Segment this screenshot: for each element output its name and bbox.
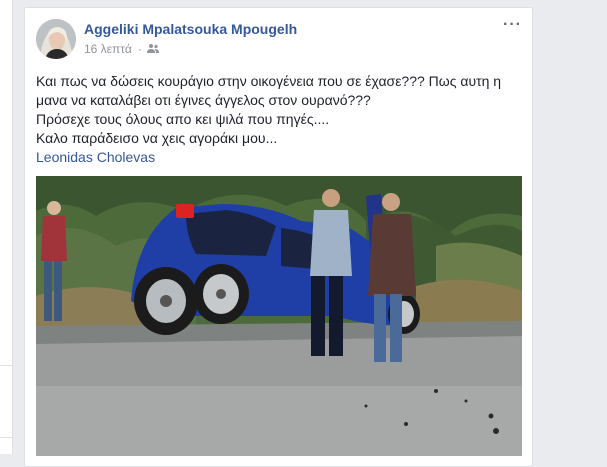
- post-meta: 16 λεπτά ·: [84, 42, 159, 56]
- post-timestamp[interactable]: 16 λεπτά: [84, 42, 132, 56]
- author-avatar[interactable]: [36, 19, 76, 59]
- post-photo[interactable]: [36, 176, 522, 456]
- left-sidebar-edge: [0, 0, 13, 454]
- car-crash-photo: [36, 176, 522, 456]
- friends-icon[interactable]: [146, 42, 159, 56]
- more-options-icon[interactable]: ···: [503, 16, 522, 34]
- post-card: Aggeliki Mpalatsouka Mpougelh 16 λεπτά ·…: [24, 7, 533, 467]
- avatar-photo: [36, 19, 76, 59]
- post-text-line: Πρόσεχε τους όλους απο κει ψιλά που πηγέ…: [36, 111, 330, 127]
- author-name-link[interactable]: Aggeliki Mpalatsouka Mpougelh: [84, 21, 297, 37]
- post-text-line: μανα να καταλάβει οτι έγινες άγγελος στο…: [36, 92, 371, 108]
- post-text-line: Και πως να δώσεις κουράγιο στην οικογένε…: [36, 73, 502, 89]
- meta-separator: ·: [137, 42, 142, 56]
- post-text: Και πως να δώσεις κουράγιο στην οικογένε…: [36, 72, 526, 167]
- post-text-line: Καλο παράδεισο να χεις αγοράκι μου...: [36, 130, 278, 146]
- tagged-person-link[interactable]: Leonidas Cholevas: [36, 148, 526, 167]
